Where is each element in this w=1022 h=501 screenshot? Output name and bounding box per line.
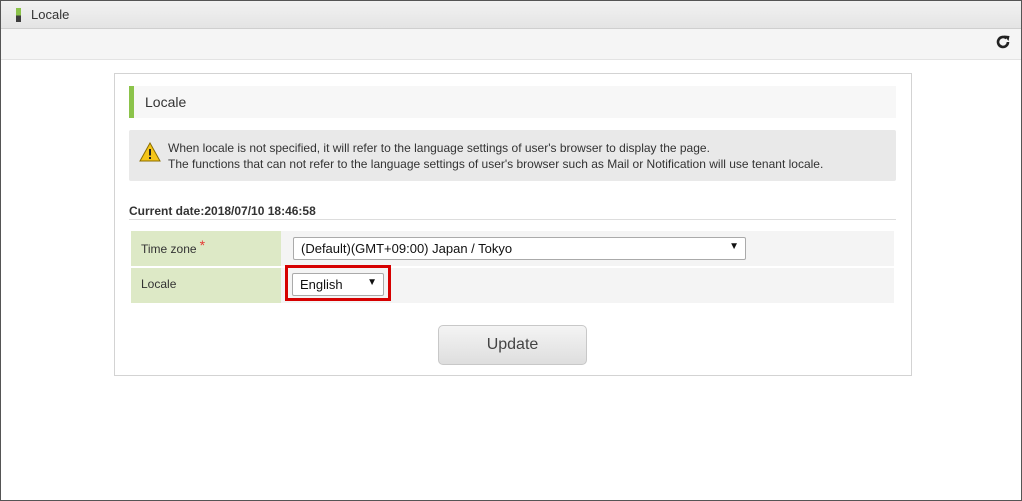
timezone-select-value: (Default)(GMT+09:00) Japan / Tokyo [301,241,513,256]
warning-text-line-1: When locale is not specified, it will re… [168,141,710,155]
timezone-row: Time zone * (Default)(GMT+09:00) Japan / … [131,231,894,266]
warning-icon [139,141,161,162]
toolbar [1,29,1021,60]
warning-message: When locale is not specified, it will re… [129,130,896,181]
update-button[interactable]: Update [438,325,587,365]
divider [129,219,896,220]
locale-row: Locale English ▼ [131,265,894,303]
current-date: Current date:2018/07/10 18:46:58 [129,204,316,218]
timezone-label-cell: Time zone * [131,231,281,266]
title-bar: Locale [1,1,1021,29]
chevron-down-icon: ▼ [367,277,377,288]
chevron-down-icon: ▼ [729,241,739,252]
locale-label-cell: Locale [131,268,281,303]
locale-select[interactable]: English ▼ [292,273,384,296]
locale-label: Locale [141,277,177,291]
panel-title: Locale [145,94,187,110]
window-title: Locale [31,7,70,22]
timezone-label: Time zone * [141,237,206,256]
panel-header: Locale [129,86,896,118]
app-window: Locale Locale When locale is not specifi… [0,0,1022,501]
required-mark: * [199,237,206,253]
panel-header-accent [129,86,134,118]
title-marker-icon [16,8,21,22]
warning-text-line-2: The functions that can not refer to the … [168,157,824,171]
refresh-icon[interactable] [995,34,1011,50]
locale-panel: Locale When locale is not specified, it … [114,73,912,376]
locale-select-value: English [300,277,343,292]
timezone-select[interactable]: (Default)(GMT+09:00) Japan / Tokyo ▼ [293,237,746,260]
timezone-label-text: Time zone [141,242,197,256]
